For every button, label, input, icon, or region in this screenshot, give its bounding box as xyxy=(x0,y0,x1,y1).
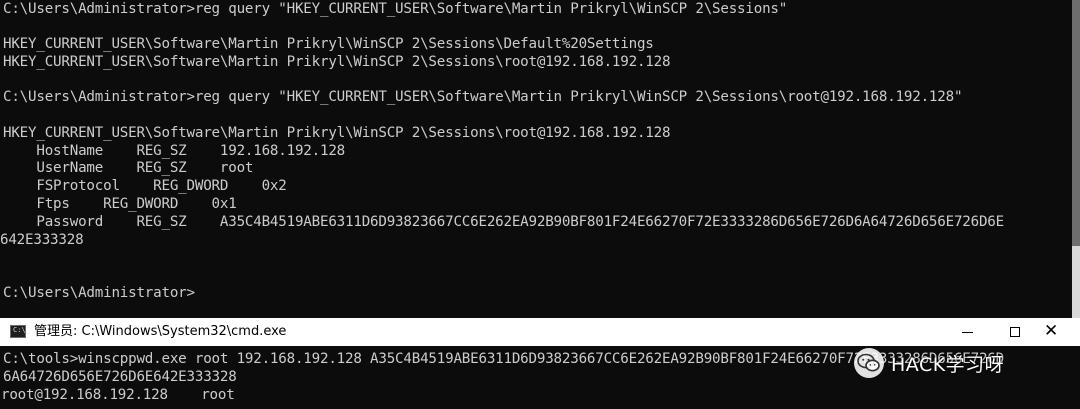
registry-value-password-wrap: 642E333328 xyxy=(0,232,84,248)
minimize-button[interactable] xyxy=(944,318,990,346)
maximize-button[interactable] xyxy=(992,318,1038,346)
output-line: 6A64726D656E726D6E642E333328 xyxy=(3,369,237,385)
output-line: root@192.168.192.128 root xyxy=(1,387,235,403)
window-titlebar[interactable]: C:\_ 管理员: C:\Windows\System32\cmd.exe ✕ xyxy=(0,318,1080,346)
output-line: HKEY_CURRENT_USER\Software\Martin Prikry… xyxy=(3,36,654,52)
output-line: HKEY_CURRENT_USER\Software\Martin Prikry… xyxy=(3,53,671,70)
window-title: 管理员: C:\Windows\System32\cmd.exe xyxy=(34,324,287,339)
scrollbar-thumb[interactable] xyxy=(1072,246,1080,318)
output-line: HKEY_CURRENT_USER\Software\Martin Prikry… xyxy=(3,125,671,141)
terminal-output-top[interactable]: C:\Users\Administrator>reg query "HKEY_C… xyxy=(0,0,1080,318)
registry-value-hostname: HostName REG_SZ 192.168.192.128 xyxy=(3,142,346,159)
watermark: HACK学习呀 xyxy=(854,345,1004,381)
command-line: C:\Users\Administrator>reg query "HKEY_C… xyxy=(3,89,963,105)
registry-value-ftps: Ftps REG_DWORD 0x1 xyxy=(3,196,237,212)
close-icon: ✕ xyxy=(1044,321,1059,341)
maximize-icon xyxy=(1010,327,1020,337)
command-line: C:\Users\Administrator>reg query "HKEY_C… xyxy=(3,1,788,17)
scrollbar-track[interactable] xyxy=(1072,0,1080,246)
registry-value-fsprotocol: FSProtocol REG_DWORD 0x2 xyxy=(3,178,287,194)
registry-value-password: Password REG_SZ A35C4B4519ABE6311D6D9382… xyxy=(3,214,1004,230)
wechat-icon xyxy=(854,348,884,378)
registry-value-username: UserName REG_SZ root xyxy=(3,160,254,176)
command-prompt: C:\Users\Administrator> xyxy=(3,285,195,301)
close-button[interactable]: ✕ xyxy=(1034,318,1080,346)
vertical-scrollbar[interactable] xyxy=(1072,0,1080,318)
cmd-icon-prompt: C:\_ xyxy=(13,326,30,334)
cmd-icon: C:\_ xyxy=(10,325,30,338)
watermark-text: HACK学习呀 xyxy=(891,353,1005,376)
minimize-icon xyxy=(962,332,973,333)
